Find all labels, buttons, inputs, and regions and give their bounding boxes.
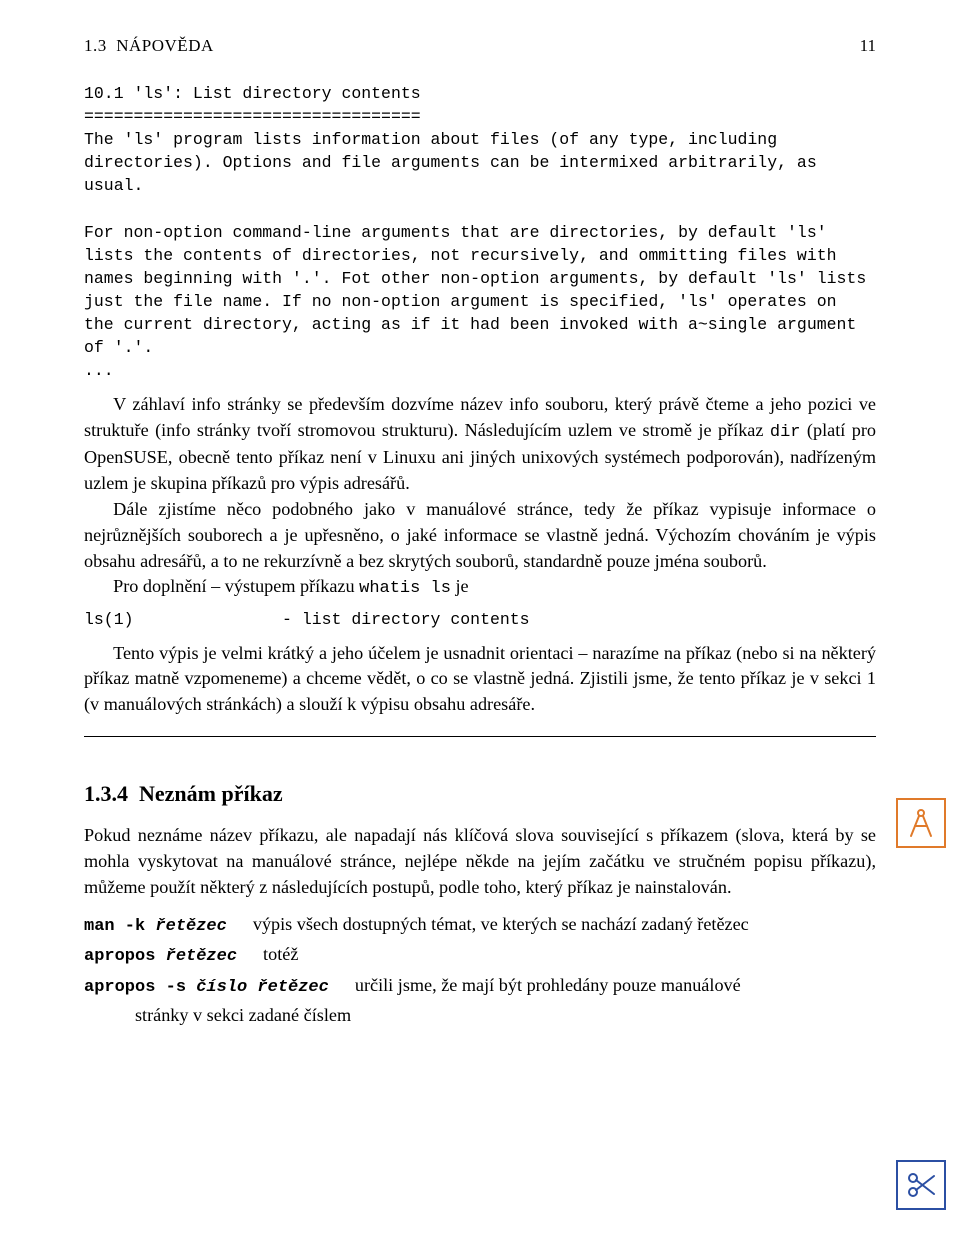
whatis-output: ls(1) - list directory contents	[84, 608, 876, 631]
cmd-label: man -k řetězec	[84, 915, 253, 940]
section-number: 1.3	[84, 36, 107, 55]
cmd-desc-a: určili jsme, že mají být prohledány pouz…	[355, 972, 876, 998]
para3-text-a: Pro doplnění – výstupem příkazu	[113, 576, 359, 596]
subsection-title: Neznám příkaz	[139, 781, 283, 806]
scissors-icon	[896, 1160, 946, 1210]
command-list: man -k řetězec výpis všech dostupných té…	[84, 911, 876, 1028]
cmd-row-man-k: man -k řetězec výpis všech dostupných té…	[84, 911, 876, 940]
inline-cmd-whatis: whatis ls	[359, 579, 451, 598]
para1-text-a: V záhlaví info stránky se především dozv…	[84, 394, 876, 440]
section-title: NÁPOVĚDA	[116, 36, 214, 55]
cmd-label: apropos -s číslo řetězec	[84, 976, 355, 1001]
cmd-desc: totéž	[263, 941, 298, 967]
info-page-excerpt: 10.1 'ls': List directory contents =====…	[84, 82, 876, 382]
divider	[84, 736, 876, 737]
paragraph-1: V záhlaví info stránky se především dozv…	[84, 392, 876, 497]
para3-text-b: je	[451, 576, 469, 596]
subsection-number: 1.3.4	[84, 781, 128, 806]
cmd-desc-b: stránky v sekci zadané číslem	[135, 1003, 876, 1028]
paragraph-3: Pro doplnění – výstupem příkazu whatis l…	[84, 574, 876, 601]
page-header: 1.3 NÁPOVĚDA 11	[84, 36, 876, 56]
cmd-row-apropos-s: apropos -s číslo řetězec určili jsme, že…	[84, 972, 876, 1028]
compass-icon	[896, 798, 946, 848]
header-section: 1.3 NÁPOVĚDA	[84, 36, 214, 56]
paragraph-5: Pokud neznáme název příkazu, ale napadaj…	[84, 823, 876, 901]
subsection-heading: 1.3.4 Neznám příkaz	[84, 781, 876, 807]
paragraph-4: Tento výpis je velmi krátký a jeho účele…	[84, 641, 876, 719]
inline-cmd-dir: dir	[770, 423, 801, 442]
cmd-label: apropos řetězec	[84, 945, 263, 970]
paragraph-2: Dále zjistíme něco podobného jako v manu…	[84, 497, 876, 575]
page-number: 11	[860, 36, 876, 56]
cmd-row-apropos: apropos řetězec totéž	[84, 941, 876, 970]
cmd-desc: výpis všech dostupných témat, ve kterých…	[253, 911, 749, 937]
